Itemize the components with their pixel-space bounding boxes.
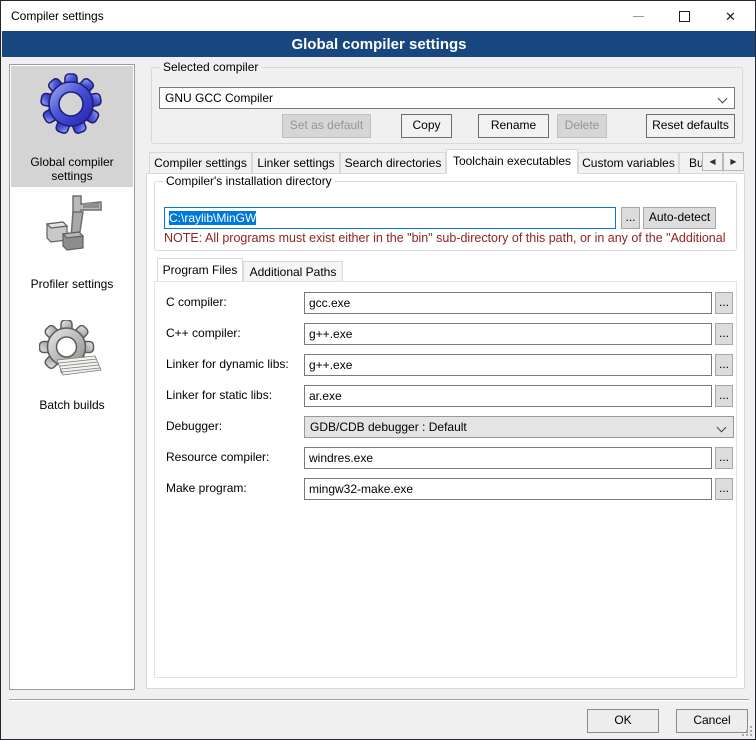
c-compiler-input[interactable]: gcc.exe	[304, 292, 712, 314]
tab-scroll-left-button[interactable]: ◀	[702, 152, 723, 171]
cpp-compiler-label: C++ compiler:	[166, 326, 241, 340]
static-linker-label: Linker for static libs:	[166, 388, 272, 402]
sidebar-item-label[interactable]: Global compiler settings	[10, 155, 134, 183]
make-program-label: Make program:	[166, 481, 247, 495]
c-compiler-browse-button[interactable]: ...	[715, 292, 733, 314]
install-dir-selected-text: C:\raylib\MinGW	[169, 211, 256, 225]
ok-button[interactable]: OK	[587, 709, 659, 733]
chevron-down-icon	[718, 94, 728, 104]
reset-defaults-button[interactable]: Reset defaults	[646, 114, 735, 138]
make-program-browse-button[interactable]: ...	[715, 478, 733, 500]
tab-toolchain-executables[interactable]: Toolchain executables	[446, 149, 578, 174]
install-dir-group-label: Compiler's installation directory	[163, 174, 335, 188]
cpp-compiler-browse-button[interactable]: ...	[715, 323, 733, 345]
rename-button[interactable]: Rename	[478, 114, 549, 138]
copy-button[interactable]: Copy	[401, 114, 452, 138]
minimize-button[interactable]	[615, 1, 661, 31]
blue-gear-icon[interactable]	[39, 72, 103, 136]
tab-custom-variables[interactable]: Custom variables	[578, 152, 679, 173]
tab-search-directories[interactable]: Search directories	[340, 152, 446, 173]
c-compiler-label: C compiler:	[166, 295, 227, 309]
gray-gear-icon[interactable]	[39, 320, 103, 384]
note-text: NOTE: All programs must exist either in …	[164, 231, 735, 245]
maximize-icon	[679, 11, 690, 22]
resource-compiler-browse-button[interactable]: ...	[715, 447, 733, 469]
compiler-settings-dialog: Compiler settings ✕ Global compiler sett…	[0, 0, 756, 740]
window-title: Compiler settings	[11, 9, 104, 23]
compiler-combobox[interactable]: GNU GCC Compiler	[159, 87, 735, 109]
scroll-right-icon: ▶	[730, 157, 736, 166]
set-as-default-button[interactable]: Set as default	[282, 114, 371, 138]
debugger-label: Debugger:	[166, 419, 222, 433]
minimize-icon	[633, 16, 644, 17]
install-dir-browse-button[interactable]: ...	[621, 207, 640, 229]
cancel-button[interactable]: Cancel	[676, 709, 748, 733]
compiler-combobox-value: GNU GCC Compiler	[165, 91, 273, 105]
close-button[interactable]: ✕	[707, 1, 754, 31]
tab-compiler-settings[interactable]: Compiler settings	[149, 152, 252, 173]
selected-compiler-group-label: Selected compiler	[160, 60, 261, 74]
tab-program-files[interactable]: Program Files	[157, 258, 243, 281]
sidebar-item-batch-builds[interactable]: Batch builds	[10, 398, 134, 412]
delete-button[interactable]: Delete	[557, 114, 607, 138]
auto-detect-button[interactable]: Auto-detect	[643, 207, 716, 229]
dynamic-linker-label: Linker for dynamic libs:	[166, 357, 289, 371]
install-dir-input[interactable]: C:\raylib\MinGW	[164, 207, 616, 229]
dynamic-linker-input[interactable]: g++.exe	[304, 354, 712, 376]
scroll-left-icon: ◀	[709, 157, 715, 166]
sidebar-item-profiler-settings[interactable]: Profiler settings	[10, 277, 134, 291]
make-program-input[interactable]: mingw32-make.exe	[304, 478, 712, 500]
chevron-down-icon	[717, 423, 727, 433]
dialog-banner: Global compiler settings	[2, 31, 756, 57]
resource-compiler-label: Resource compiler:	[166, 450, 269, 464]
tab-scroll-right-button[interactable]: ▶	[723, 152, 744, 171]
close-icon: ✕	[725, 10, 736, 23]
resource-compiler-input[interactable]: windres.exe	[304, 447, 712, 469]
cpp-compiler-input[interactable]: g++.exe	[304, 323, 712, 345]
settings-sidebar: Global compiler settings Profiler settin…	[9, 64, 135, 690]
dynamic-linker-browse-button[interactable]: ...	[715, 354, 733, 376]
static-linker-input[interactable]: ar.exe	[304, 385, 712, 407]
tab-linker-settings[interactable]: Linker settings	[252, 152, 340, 173]
tab-additional-paths[interactable]: Additional Paths	[243, 261, 343, 281]
footer-divider	[9, 699, 749, 701]
caliper-icon[interactable]	[39, 194, 103, 258]
maximize-button[interactable]	[661, 1, 707, 31]
debugger-select[interactable]: GDB/CDB debugger : Default	[304, 416, 734, 438]
title-bar: Compiler settings ✕	[1, 1, 755, 31]
debugger-select-value: GDB/CDB debugger : Default	[310, 420, 467, 434]
page-title: Global compiler settings	[291, 36, 466, 53]
resize-grip[interactable]	[742, 726, 752, 736]
static-linker-browse-button[interactable]: ...	[715, 385, 733, 407]
